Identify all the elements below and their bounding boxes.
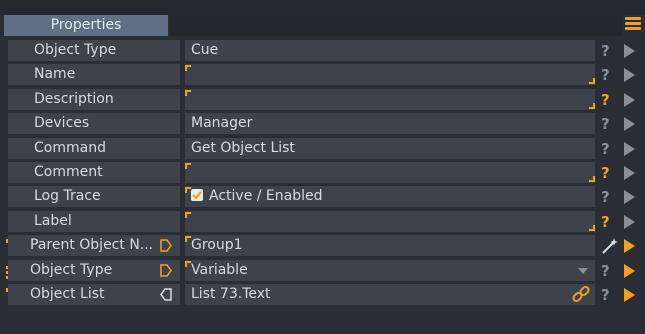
label-input[interactable]	[185, 210, 595, 232]
object-type-select[interactable]: Variable	[185, 259, 595, 281]
edit-corner-icon	[185, 162, 191, 169]
play-icon[interactable]	[624, 165, 635, 180]
edit-corner-icon	[589, 224, 595, 231]
output-port-icon[interactable]	[160, 239, 172, 252]
chevron-down-icon[interactable]	[578, 267, 588, 274]
command-field[interactable]: Get Object List	[185, 137, 595, 159]
link-icon[interactable]	[570, 284, 592, 306]
question-mark-icon[interactable]: ?	[601, 114, 615, 134]
edit-corner-icon	[185, 65, 191, 72]
devices-field[interactable]: Manager	[185, 113, 595, 135]
comment-input[interactable]	[185, 161, 595, 183]
property-label: Description	[8, 88, 180, 110]
object-list-field[interactable]: List 73.Text	[185, 283, 595, 305]
hamburger-menu-icon[interactable]	[625, 17, 641, 35]
property-row-command: Command Get Object List ?	[4, 137, 644, 161]
property-row-label: Label ?	[4, 210, 644, 234]
play-icon[interactable]	[624, 68, 635, 83]
play-icon[interactable]	[624, 117, 635, 132]
play-icon[interactable]	[624, 263, 635, 278]
play-icon[interactable]	[624, 92, 635, 107]
property-row-object-type-variable: Object Type Variable ?	[4, 259, 644, 283]
property-row-log-trace: Log Trace Active / Enabled ?	[4, 185, 644, 209]
play-icon[interactable]	[624, 239, 635, 254]
question-mark-icon[interactable]: ?	[601, 187, 615, 207]
question-mark-icon[interactable]: ?	[601, 261, 615, 281]
property-row-parent-object-name: Parent Object N... Group1	[4, 234, 644, 258]
question-mark-icon[interactable]: ?	[601, 285, 615, 305]
edit-corner-icon	[589, 102, 595, 109]
play-icon[interactable]	[624, 287, 635, 302]
property-label: Object Type	[8, 259, 180, 281]
question-mark-icon[interactable]: ?	[601, 163, 615, 183]
edit-corner-icon	[589, 175, 595, 182]
tab-strip	[170, 15, 622, 36]
properties-grid: Object Type Cue ? Name ? Description ? D…	[4, 39, 644, 307]
empty-panel-area	[0, 313, 645, 334]
play-icon[interactable]	[624, 190, 635, 205]
play-icon[interactable]	[624, 141, 635, 156]
edit-corner-icon	[589, 78, 595, 85]
edit-corner-icon	[185, 211, 191, 218]
edit-corner-icon	[185, 187, 191, 194]
log-trace-field: Active / Enabled	[185, 186, 595, 208]
property-label: Object Type	[8, 40, 180, 61]
question-mark-icon[interactable]: ?	[601, 41, 615, 61]
property-row-object-list: Object List List 73.Text ?	[4, 283, 644, 307]
checkbox-checked-icon[interactable]	[191, 189, 203, 202]
question-mark-icon[interactable]: ?	[601, 90, 615, 110]
question-mark-icon[interactable]: ?	[601, 212, 615, 232]
property-row-comment: Comment ?	[4, 161, 644, 185]
property-row-object-type: Object Type Cue ?	[4, 39, 644, 63]
property-row-devices: Devices Manager ?	[4, 112, 644, 136]
play-icon[interactable]	[624, 44, 635, 58]
edit-corner-icon	[185, 236, 191, 243]
question-mark-icon[interactable]: ?	[601, 65, 615, 85]
window-top-strip	[0, 0, 645, 15]
edit-corner-icon	[185, 260, 191, 267]
property-label: Comment	[8, 161, 180, 183]
property-label: Command	[8, 137, 180, 159]
property-row-description: Description ?	[4, 88, 644, 112]
play-icon[interactable]	[624, 214, 635, 229]
magic-wand-icon[interactable]	[600, 236, 620, 256]
checkbox-label: Active / Enabled	[209, 188, 323, 205]
property-label: Label	[8, 210, 180, 232]
property-value-field[interactable]: Cue	[185, 40, 595, 61]
property-row-name: Name ?	[4, 63, 644, 87]
property-label: Devices	[8, 113, 180, 135]
input-port-icon[interactable]	[160, 288, 172, 301]
question-mark-icon[interactable]: ?	[601, 139, 615, 159]
description-input[interactable]	[185, 88, 595, 110]
property-label: Name	[8, 64, 180, 86]
tab-properties[interactable]: Properties	[4, 15, 168, 36]
parent-object-name-field[interactable]: Group1	[185, 235, 595, 257]
property-label: Parent Object N...	[8, 235, 180, 257]
name-input[interactable]	[185, 64, 595, 86]
property-label: Log Trace	[8, 186, 180, 208]
edit-corner-icon	[185, 89, 191, 96]
output-port-icon[interactable]	[160, 263, 172, 277]
property-label: Object List	[8, 283, 180, 305]
